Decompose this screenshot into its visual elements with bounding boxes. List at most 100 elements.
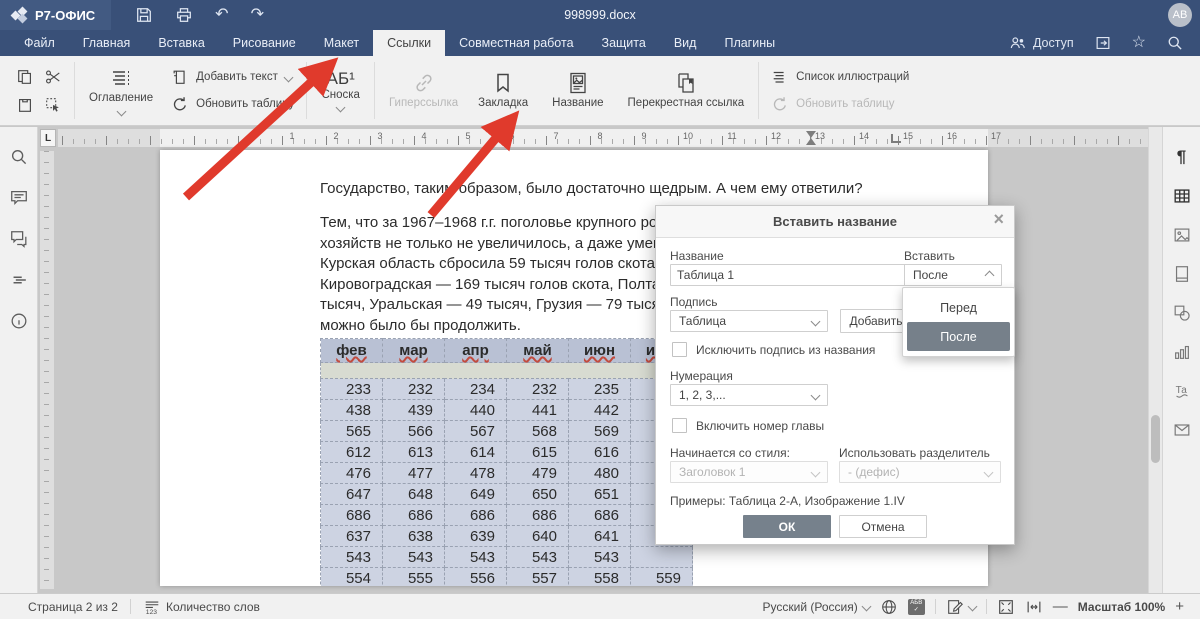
update-toc-button[interactable]: Обновить таблицу (171, 95, 294, 113)
add-label-button-text: Добавить (849, 314, 902, 328)
caption-name-input[interactable] (670, 264, 910, 286)
cross-reference-label: Перекрестная ссылка (628, 97, 745, 110)
mail-merge-button[interactable] (1170, 418, 1194, 442)
footnote-button[interactable]: АБ¹ Сноска (311, 70, 369, 111)
table-cell: 440 (445, 400, 507, 421)
paragraph-settings-button[interactable]: ¶ (1170, 145, 1194, 169)
text-art-settings-button[interactable]: Та (1170, 379, 1194, 403)
chart-settings-button[interactable] (1170, 340, 1194, 364)
menu-tab[interactable]: Макет (310, 30, 373, 56)
zoom-in-button[interactable]: + (1175, 599, 1184, 614)
fit-page-button[interactable] (997, 598, 1015, 616)
cut-button[interactable] (40, 64, 66, 90)
numbering-select[interactable]: 1, 2, 3,... (670, 384, 828, 406)
zoom-level: Масштаб 100% (1078, 600, 1165, 614)
label-select[interactable]: Таблица (670, 310, 828, 332)
table-cell: 648 (383, 484, 445, 505)
style-value: Заголовок 1 (679, 465, 745, 479)
menu-tab[interactable]: Вид (660, 30, 711, 56)
headers-footers-settings-button[interactable] (1170, 262, 1194, 286)
figures-list-button[interactable]: Список иллюстраций (771, 68, 909, 86)
table-row: 686686686686686 (321, 505, 693, 526)
add-text-button[interactable]: Добавить текст (171, 68, 294, 86)
vertical-scrollbar[interactable] (1148, 127, 1162, 593)
table-cell: 640 (507, 526, 569, 547)
data-table[interactable]: февмарапрмайиюниюл 233232234232235438439… (320, 338, 693, 586)
table-header-cell: фев (321, 339, 383, 363)
dropdown-option[interactable]: Перед (907, 293, 1010, 322)
redo-button[interactable]: ↷ (251, 7, 264, 23)
document-title: 998999.docx (300, 8, 900, 22)
paste-button[interactable] (12, 92, 38, 118)
search-button[interactable] (1166, 34, 1184, 52)
open-location-icon (1094, 34, 1112, 52)
ruler-number: 13 (815, 131, 825, 141)
caption-button[interactable]: Название (538, 71, 617, 110)
favorite-star-icon[interactable]: ☆ (1132, 35, 1146, 51)
tab-stop-selector[interactable]: L (40, 129, 56, 147)
close-icon[interactable]: × (993, 210, 1004, 228)
table-settings-button[interactable] (1170, 184, 1194, 208)
spellcheck-toggle[interactable]: АБВ ✓ (908, 599, 925, 615)
table-cell: 235 (569, 379, 631, 400)
figures-list-icon (771, 68, 789, 86)
save-button[interactable] (135, 6, 153, 24)
access-button[interactable]: Доступ (1009, 34, 1074, 52)
avatar[interactable]: AB (1168, 3, 1192, 27)
chat-panel-button[interactable] (7, 227, 31, 251)
table-of-contents-button[interactable]: Оглавление (79, 66, 163, 114)
cross-reference-icon (674, 71, 698, 95)
vertical-ruler[interactable] (40, 151, 54, 589)
menu-tab[interactable]: Ссылки (373, 30, 445, 56)
print-button[interactable] (175, 6, 193, 24)
indent-marker[interactable] (806, 138, 816, 145)
menu-tab[interactable]: Файл (10, 30, 69, 56)
menu-tab[interactable]: Рисование (219, 30, 310, 56)
horizontal-ruler[interactable]: 1234567891011121314151617 (58, 129, 1148, 147)
tab-stop-marker[interactable] (891, 134, 901, 143)
image-settings-button[interactable] (1170, 223, 1194, 247)
menu-tab[interactable]: Главная (69, 30, 145, 56)
dialog-header[interactable]: Вставить название × (656, 206, 1014, 238)
fit-width-button[interactable] (1025, 598, 1043, 616)
page-indicator[interactable]: Страница 2 из 2 (28, 600, 118, 614)
comments-panel-button[interactable] (7, 186, 31, 210)
ok-button[interactable]: ОК (743, 515, 831, 538)
word-count-button[interactable]: 123 Количество слов (143, 598, 260, 616)
bookmark-label: Закладка (478, 97, 528, 110)
table-cell: 569 (569, 421, 631, 442)
insert-position-dropdown: ПередПосле (902, 287, 1015, 357)
search-panel-button[interactable] (7, 145, 31, 169)
table-cell: 439 (383, 400, 445, 421)
select-all-button[interactable] (40, 92, 66, 118)
menu-tab[interactable]: Вставка (144, 30, 218, 56)
table-cell: 556 (445, 568, 507, 587)
exclude-label-checkbox[interactable] (672, 342, 687, 357)
chapter-number-checkbox[interactable] (672, 418, 687, 433)
menu-tab[interactable]: Плагины (710, 30, 789, 56)
users-icon (1009, 34, 1027, 52)
chevron-down-icon (811, 390, 821, 400)
share-button[interactable] (1094, 34, 1112, 52)
shape-settings-button[interactable] (1170, 301, 1194, 325)
review-mode-button[interactable] (946, 598, 976, 616)
spellcheck-label: АБВ (910, 600, 922, 607)
dropdown-option[interactable]: После (907, 322, 1010, 351)
zoom-out-button[interactable]: — (1053, 599, 1068, 614)
language-selector[interactable]: Русский (Россия) (763, 600, 870, 614)
menu-tab[interactable]: Совместная работа (445, 30, 587, 56)
about-panel-button[interactable] (7, 309, 31, 333)
cross-reference-button[interactable]: Перекрестная ссылка (618, 71, 755, 110)
navigation-panel-button[interactable] (7, 268, 31, 292)
undo-button[interactable]: ↶ (215, 7, 228, 23)
scrollbar-thumb[interactable] (1151, 415, 1160, 463)
bookmark-button[interactable]: Закладка (468, 71, 538, 110)
table-row: 476477478479480 (321, 463, 693, 484)
cancel-button[interactable]: Отмена (839, 515, 927, 538)
copy-button[interactable] (12, 64, 38, 90)
menu-tab[interactable]: Защита (588, 30, 660, 56)
insert-position-select[interactable]: После (904, 264, 1002, 286)
set-language-button[interactable] (880, 598, 898, 616)
table-cell: 543 (569, 547, 631, 568)
table-cell: 616 (569, 442, 631, 463)
